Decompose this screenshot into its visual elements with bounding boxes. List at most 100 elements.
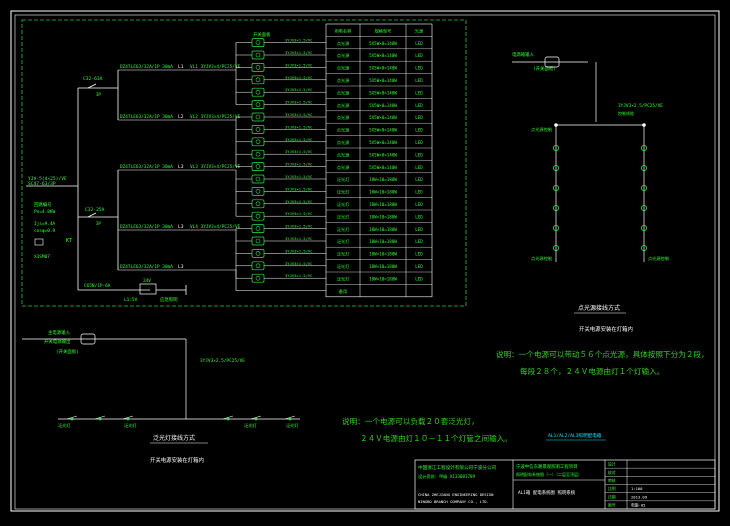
point-lamp-chain bbox=[553, 123, 648, 251]
tb-field-value: 电施-05 bbox=[631, 503, 645, 508]
circuit-5-breaker: DZ47LE63/32A/1P 30mA bbox=[120, 264, 173, 270]
flood-lamp-dot bbox=[126, 417, 130, 421]
flood-cable-label: 3YJV3×2.5/PC25/VE bbox=[200, 358, 245, 364]
point-diagram-title: 点光源接线方式 bbox=[578, 304, 620, 312]
tb-field-label: 比例 bbox=[608, 486, 616, 491]
title-block: 中国浙江工程设计有限公司宁波分公司 设计资质：甲级 A133001789 CHI… bbox=[414, 459, 716, 510]
table-cell: LED bbox=[415, 252, 423, 257]
wire-tag: 3YJV3×1.5/VC bbox=[285, 137, 312, 142]
switchgear-group: 3YJV3×1.5/VC 3YJV3×1.5/VC 3YJV3×1.5/VC 3YJV… bbox=[235, 38, 326, 291]
table-cell: 5X5W×0=140W bbox=[369, 165, 397, 170]
flood-left-end: 泛光灯 bbox=[58, 422, 71, 429]
switch-symbol bbox=[251, 211, 265, 221]
table-cell: 点光源 bbox=[337, 89, 350, 96]
circuit-1-breaker: DZ47LE63/32A/1P 30mA bbox=[120, 64, 173, 70]
flood-diagram: 主电源输入 开关电源输出 (开关面板) 3YJV3×2.5/PC25/VE 泛光… bbox=[22, 329, 300, 464]
table-cell: 5X5W×0=140W bbox=[369, 152, 397, 157]
table-cell: 点光源 bbox=[337, 65, 350, 72]
switch-symbol bbox=[251, 174, 265, 184]
flood-lamp-dot bbox=[226, 417, 230, 421]
wire-tag: 3YJV3×1.5/VC bbox=[285, 224, 312, 229]
switch-symbol bbox=[251, 63, 265, 72]
table-cell: LED bbox=[415, 115, 423, 120]
flood-lamp-chain bbox=[66, 415, 296, 421]
table-cell: 泛光灯 bbox=[337, 201, 350, 208]
flood-diagram-subtitle: 开关电源安装在灯箱内 bbox=[150, 456, 204, 464]
breaker-top-label: C32-63A bbox=[83, 76, 103, 82]
wire-tag: 3YJV3×1.5/VC bbox=[285, 261, 312, 266]
table-cell: 点光源 bbox=[337, 102, 350, 109]
note-2-line-2: ２４Ｖ电源由灯１０－１１个灯管之间输入。 bbox=[360, 433, 512, 443]
flood-lamp-dot bbox=[98, 417, 102, 421]
transformer-label-2: 24V bbox=[143, 278, 151, 284]
switch-symbol bbox=[251, 149, 265, 159]
table-cell: 5X5W×0=140W bbox=[369, 128, 397, 133]
table-cell: LED bbox=[415, 202, 423, 207]
table-cell: LED bbox=[415, 66, 423, 71]
tb-field-label: 审核 bbox=[608, 478, 616, 483]
table-cell: LED bbox=[415, 177, 423, 182]
table-cell: LED bbox=[415, 41, 423, 46]
wire-tag: 3YJV3×1.5/VC bbox=[285, 38, 312, 43]
switch-symbol bbox=[251, 87, 265, 97]
incoming-label-3: 回路编号 bbox=[34, 201, 52, 208]
point-bottom-left: 点光源控制 bbox=[531, 255, 552, 262]
table-cell: 点光源 bbox=[337, 151, 350, 158]
circuit-2-cable: VL2 3YJV3×4/PC25/VE bbox=[190, 114, 241, 120]
feeder-node-label: KT bbox=[66, 238, 72, 244]
tb-project-2: 照明配电系统图（一）（二层至顶层） bbox=[516, 471, 582, 477]
table-cell: LED bbox=[415, 53, 423, 58]
tb-company: 中国浙江工程设计有限公司宁波分公司 bbox=[418, 464, 497, 471]
wire-tag: 3YJV3×1.5/VC bbox=[285, 273, 312, 278]
table-cell: LED bbox=[415, 165, 423, 170]
point-cable-label: 3YJV3×2.5/PC25/VE bbox=[618, 103, 663, 109]
wire-tag: 3YJV3×1.5/VC bbox=[285, 174, 312, 179]
circuit-3-phase: L3 bbox=[178, 164, 184, 170]
table-cell: 18W×10=180W bbox=[369, 227, 397, 232]
transformer-symbol bbox=[139, 283, 157, 295]
point-cable-sub: 控制线缆 bbox=[618, 110, 634, 116]
incoming-label-7: X3SM07 bbox=[34, 254, 50, 260]
breaker-mid-sub: 3P bbox=[96, 221, 101, 226]
table-cell: 5X5W×0=140W bbox=[369, 41, 397, 46]
flood-left-mid: 泛光灯 bbox=[124, 422, 137, 429]
table-cell: 点光源 bbox=[337, 139, 350, 146]
switch-symbol bbox=[251, 273, 265, 283]
note-1-line-1: 说明：一个电源可以带动５６个点光源，具体按照下分为２段， bbox=[496, 349, 709, 359]
table-cell: 点光源 bbox=[337, 127, 350, 134]
switch-symbol bbox=[251, 75, 265, 85]
table-cell: LED bbox=[415, 190, 423, 195]
drawing-canvas: YJV-5(4×25)/VE SC47-63/3P 回路编号 Pe=4.8KW … bbox=[0, 0, 730, 522]
breaker-top-sub: 3P bbox=[96, 92, 101, 97]
table-cell: 点光源 bbox=[337, 164, 350, 171]
main-panel-enclosure bbox=[21, 19, 467, 307]
wire-tag: 3YJV3×1.5/VC bbox=[285, 199, 312, 204]
point-top-label-sub: (开关面板) bbox=[533, 65, 556, 72]
table-cell: LED bbox=[415, 140, 423, 145]
table-cell: 泛光灯 bbox=[337, 251, 350, 258]
tb-field-value: 2013.09 bbox=[631, 494, 648, 499]
wire-tag: 3YJV3×1.5/VC bbox=[285, 211, 312, 216]
wire-tag: 3YJV3×1.5/VC bbox=[285, 162, 312, 167]
wire-tag: 3YJV3×1.5/VC bbox=[285, 248, 312, 253]
point-light-diagram: 电源箱输入 (开关面板) 3YJV3×2.5/PC25/VE 控制线缆 点光源控… bbox=[512, 51, 669, 333]
circuit-5-phase: L3 bbox=[178, 264, 184, 270]
tb-company-en-1: CHINA ZHEJIANG ENGINEERING DESIGN bbox=[418, 492, 494, 497]
flood-diagram-title: 泛光灯接线方式 bbox=[153, 434, 195, 442]
tb-field-label: 日期 bbox=[608, 494, 616, 499]
table-cell: 5X5W×0=140W bbox=[369, 103, 397, 108]
tb-drawing-name: AL1箱 配电系统图 照明系统 bbox=[518, 489, 576, 496]
table-cell: 18W×10=180W bbox=[369, 202, 397, 207]
switch-symbol bbox=[251, 261, 265, 271]
point-bottom-right: 点光源控制 bbox=[648, 255, 669, 262]
note-1-line-2: 每段２８个，２４Ｖ电源由灯１个灯输入。 bbox=[520, 366, 664, 376]
circuit-4-breaker: DZ47LE63/32A/1P 30mA bbox=[120, 224, 173, 230]
flood-right-end: 泛光灯 bbox=[286, 422, 299, 429]
switch-symbol bbox=[251, 187, 265, 196]
table-cell: LED bbox=[415, 128, 423, 133]
switch-tag: 开关面板 bbox=[253, 31, 271, 38]
table-cell: LED bbox=[415, 239, 423, 244]
table-cell: 泛光灯 bbox=[337, 275, 350, 282]
table-cell: LED bbox=[415, 227, 423, 232]
switch-symbol bbox=[251, 236, 265, 246]
